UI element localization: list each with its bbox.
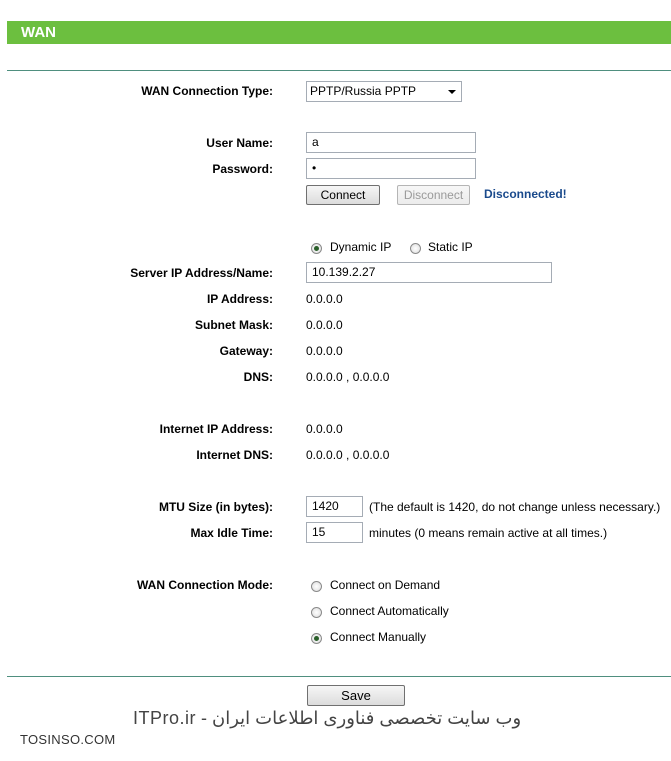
connect-manually-label: Connect Manually	[330, 630, 427, 644]
server-ip-label: Server IP Address/Name:	[130, 266, 273, 280]
max-idle-label: Max Idle Time:	[190, 526, 273, 540]
connect-automatically-label: Connect Automatically	[330, 604, 449, 618]
internet-dns-value: 0.0.0.0 , 0.0.0.0	[306, 448, 390, 462]
connect-automatically-radio[interactable]	[311, 607, 322, 618]
static-ip-label: Static IP	[428, 240, 473, 254]
watermark-persian: وب سایت تخصصی فناوری اطلاعات ایران - ITP…	[133, 708, 522, 728]
gateway-label: Gateway:	[219, 344, 273, 358]
mtu-hint: (The default is 1420, do not change unle…	[369, 500, 661, 514]
max-idle-input[interactable]: 15	[306, 522, 363, 543]
internet-dns-label: Internet DNS:	[196, 448, 273, 462]
disconnect-button[interactable]: Disconnect	[397, 185, 470, 205]
connect-on-demand-radio[interactable]	[311, 581, 322, 592]
max-idle-hint: minutes (0 means remain active at all ti…	[369, 526, 608, 540]
dynamic-ip-label: Dynamic IP	[330, 240, 392, 254]
connect-manually-radio[interactable]	[311, 633, 322, 644]
username-label: User Name:	[206, 136, 273, 150]
page-title: WAN	[21, 24, 56, 41]
chevron-down-icon	[448, 90, 456, 94]
internet-ip-label: Internet IP Address:	[159, 422, 273, 436]
connect-button[interactable]: Connect	[306, 185, 380, 205]
dns-value: 0.0.0.0 , 0.0.0.0	[306, 370, 390, 384]
connection-type-label: WAN Connection Type:	[141, 84, 273, 98]
connection-status: Disconnected!	[484, 187, 567, 201]
mtu-label: MTU Size (in bytes):	[158, 500, 273, 514]
subnet-mask-value: 0.0.0.0	[306, 318, 343, 332]
dns-label: DNS:	[243, 370, 273, 384]
connection-type-value: PPTP/Russia PPTP	[310, 84, 417, 98]
password-label: Password:	[212, 162, 273, 176]
connection-type-select[interactable]: PPTP/Russia PPTP	[306, 81, 462, 102]
static-ip-radio[interactable]	[410, 243, 421, 254]
password-input[interactable]: •	[306, 158, 476, 179]
gateway-value: 0.0.0.0	[306, 344, 343, 358]
connection-mode-label: WAN Connection Mode:	[137, 578, 273, 592]
internet-ip-value: 0.0.0.0	[306, 422, 343, 436]
dynamic-ip-radio[interactable]	[311, 243, 322, 254]
bottom-divider	[7, 676, 671, 677]
ip-address-value: 0.0.0.0	[306, 292, 343, 306]
top-divider	[7, 70, 671, 71]
page-header: WAN	[7, 21, 671, 44]
mtu-input[interactable]: 1420	[306, 496, 363, 517]
ip-address-label: IP Address:	[206, 292, 273, 306]
watermark-site: TOSINSO.COM	[20, 732, 116, 747]
save-button[interactable]: Save	[307, 685, 405, 706]
server-ip-input[interactable]: 10.139.2.27	[306, 262, 552, 283]
subnet-mask-label: Subnet Mask:	[194, 318, 273, 332]
connect-on-demand-label: Connect on Demand	[330, 578, 441, 592]
username-input[interactable]: a	[306, 132, 476, 153]
